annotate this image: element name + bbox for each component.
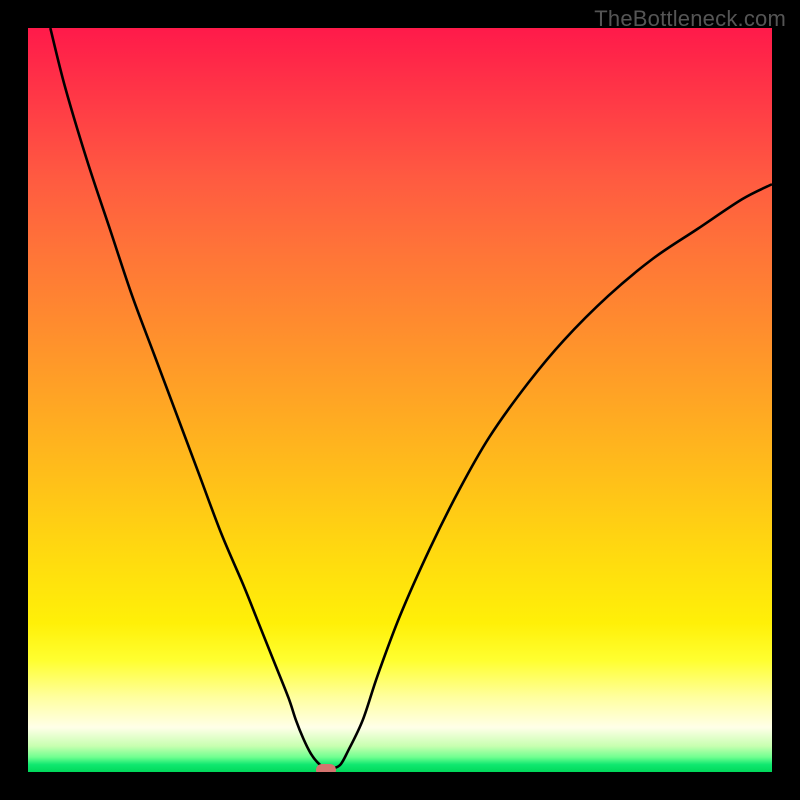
curve-path bbox=[50, 28, 772, 769]
watermark-text: TheBottleneck.com bbox=[594, 6, 786, 32]
plot-area bbox=[28, 28, 772, 772]
bottleneck-curve bbox=[28, 28, 772, 772]
optimum-marker bbox=[316, 764, 336, 772]
